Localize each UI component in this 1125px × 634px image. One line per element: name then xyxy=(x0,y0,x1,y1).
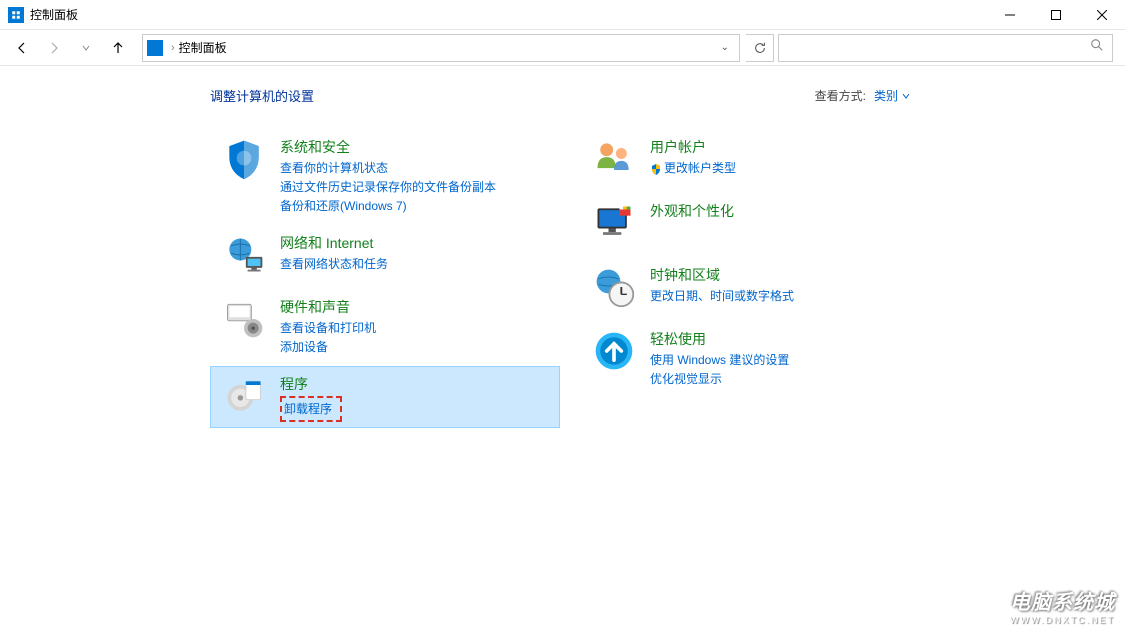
category-title[interactable]: 程序 xyxy=(280,374,550,394)
category-programs[interactable]: 程序 卸载程序 xyxy=(210,366,560,428)
chevron-right-icon: › xyxy=(171,42,175,54)
content-area: 调整计算机的设置 查看方式: 类别 系统和安全 查看你的计算机状态 通过文件历史… xyxy=(0,66,1125,432)
category-appearance[interactable]: 外观和个性化 xyxy=(580,193,930,253)
category-title[interactable]: 外观和个性化 xyxy=(650,201,920,221)
close-button[interactable] xyxy=(1079,0,1125,30)
appearance-icon xyxy=(590,199,638,247)
category-link[interactable]: 优化视觉显示 xyxy=(650,370,920,388)
back-button[interactable] xyxy=(8,34,36,62)
category-link[interactable]: 查看网络状态和任务 xyxy=(280,255,550,273)
category-title[interactable]: 网络和 Internet xyxy=(280,233,550,253)
category-title[interactable]: 用户帐户 xyxy=(650,137,920,157)
watermark: 电脑系统城 WWW.DNXTC.NET xyxy=(962,584,1115,626)
category-system-security[interactable]: 系统和安全 查看你的计算机状态 通过文件历史记录保存你的文件备份副本 备份和还原… xyxy=(210,129,560,221)
category-clock-region[interactable]: 时钟和区域 更改日期、时间或数字格式 xyxy=(580,257,930,317)
window-title: 控制面板 xyxy=(30,6,987,23)
left-column: 系统和安全 查看你的计算机状态 通过文件历史记录保存你的文件备份副本 备份和还原… xyxy=(210,129,560,432)
maximize-button[interactable] xyxy=(1033,0,1079,30)
address-dropdown-icon[interactable]: ⌄ xyxy=(721,42,729,53)
uninstall-programs-link[interactable]: 卸载程序 xyxy=(280,396,342,422)
forward-button[interactable] xyxy=(40,34,68,62)
page-title: 调整计算机的设置 xyxy=(210,86,815,105)
refresh-button[interactable] xyxy=(746,34,774,62)
user-accounts-icon xyxy=(590,135,638,183)
shield-icon xyxy=(220,135,268,183)
minimize-button[interactable] xyxy=(987,0,1033,30)
clock-icon xyxy=(590,263,638,311)
ease-of-access-icon xyxy=(590,327,638,375)
category-user-accounts[interactable]: 用户帐户 更改帐户类型 xyxy=(580,129,930,189)
hardware-icon xyxy=(220,295,268,343)
search-icon xyxy=(1090,38,1104,57)
search-box[interactable] xyxy=(778,34,1113,62)
window-titlebar: 控制面板 xyxy=(0,0,1125,30)
address-text: 控制面板 xyxy=(179,39,721,56)
category-link[interactable]: 使用 Windows 建议的设置 xyxy=(650,351,920,369)
category-link[interactable]: 备份和还原(Windows 7) xyxy=(280,197,550,215)
uac-shield-icon xyxy=(650,163,662,175)
address-bar[interactable]: › 控制面板 ⌄ xyxy=(142,34,740,62)
category-link[interactable]: 通过文件历史记录保存你的文件备份副本 xyxy=(280,178,550,196)
up-button[interactable] xyxy=(104,34,132,62)
category-link[interactable]: 查看设备和打印机 xyxy=(280,319,550,337)
category-link[interactable]: 更改日期、时间或数字格式 xyxy=(650,287,920,305)
programs-icon xyxy=(220,372,268,420)
navigation-bar: › 控制面板 ⌄ xyxy=(0,30,1125,66)
search-input[interactable] xyxy=(787,41,1090,55)
category-hardware-sound[interactable]: 硬件和声音 查看设备和打印机 添加设备 xyxy=(210,289,560,362)
category-link[interactable]: 查看你的计算机状态 xyxy=(280,159,550,177)
chevron-down-icon xyxy=(902,92,910,100)
category-title[interactable]: 系统和安全 xyxy=(280,137,550,157)
category-ease-of-access[interactable]: 轻松使用 使用 Windows 建议的设置 优化视觉显示 xyxy=(580,321,930,394)
category-link[interactable]: 添加设备 xyxy=(280,338,550,356)
view-by-label: 查看方式: xyxy=(815,87,866,104)
category-network-internet[interactable]: 网络和 Internet 查看网络状态和任务 xyxy=(210,225,560,285)
app-icon xyxy=(8,7,24,23)
address-icon xyxy=(147,40,163,56)
category-link[interactable]: 更改帐户类型 xyxy=(650,159,920,177)
category-title[interactable]: 轻松使用 xyxy=(650,329,920,349)
category-title[interactable]: 时钟和区域 xyxy=(650,265,920,285)
recent-dropdown[interactable] xyxy=(72,34,100,62)
right-column: 用户帐户 更改帐户类型 外观和个性化 xyxy=(580,129,930,432)
network-icon xyxy=(220,231,268,279)
view-by-dropdown[interactable]: 类别 xyxy=(874,87,910,104)
category-title[interactable]: 硬件和声音 xyxy=(280,297,550,317)
